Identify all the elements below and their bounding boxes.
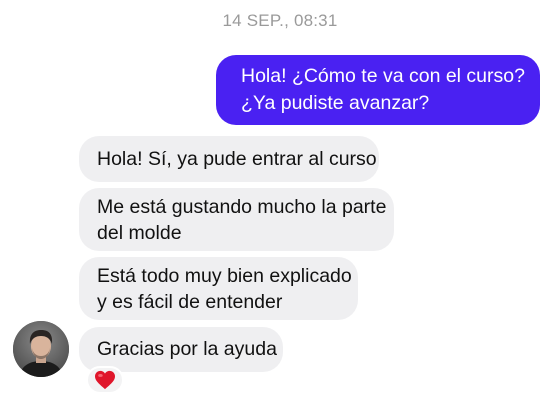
message-line: Hola! ¿Cómo te va con el curso?	[241, 65, 525, 87]
message-line: Gracias por la ayuda	[97, 338, 277, 360]
person-photo-icon	[13, 321, 69, 377]
chat-timestamp: 14 SEP., 08:31	[222, 11, 338, 30]
chat-screen: 14 SEP., 08:31 Hola! ¿Cómo te va con el …	[0, 0, 560, 420]
outgoing-message-bubble[interactable]: Hola! ¿Cómo te va con el curso? ¿Ya pudi…	[216, 55, 540, 125]
message-line: ¿Ya pudiste avanzar?	[241, 92, 430, 114]
message-line: del molde	[97, 222, 182, 244]
message-line: y es fácil de entender	[97, 291, 283, 313]
incoming-message-bubble[interactable]: Está todo muy bien explicado y es fácil …	[79, 257, 358, 320]
heart-reaction[interactable]	[86, 366, 124, 394]
message-line: Está todo muy bien explicado	[97, 265, 352, 287]
heart-emoji-icon	[95, 370, 115, 390]
message-line: Hola! Sí, ya pude entrar al curso	[97, 148, 377, 170]
incoming-message-bubble[interactable]: Hola! Sí, ya pude entrar al curso	[79, 136, 379, 182]
incoming-message-bubble[interactable]: Me está gustando mucho la parte del mold…	[79, 188, 394, 251]
contact-avatar[interactable]	[13, 321, 69, 377]
message-line: Me está gustando mucho la parte	[97, 196, 387, 218]
